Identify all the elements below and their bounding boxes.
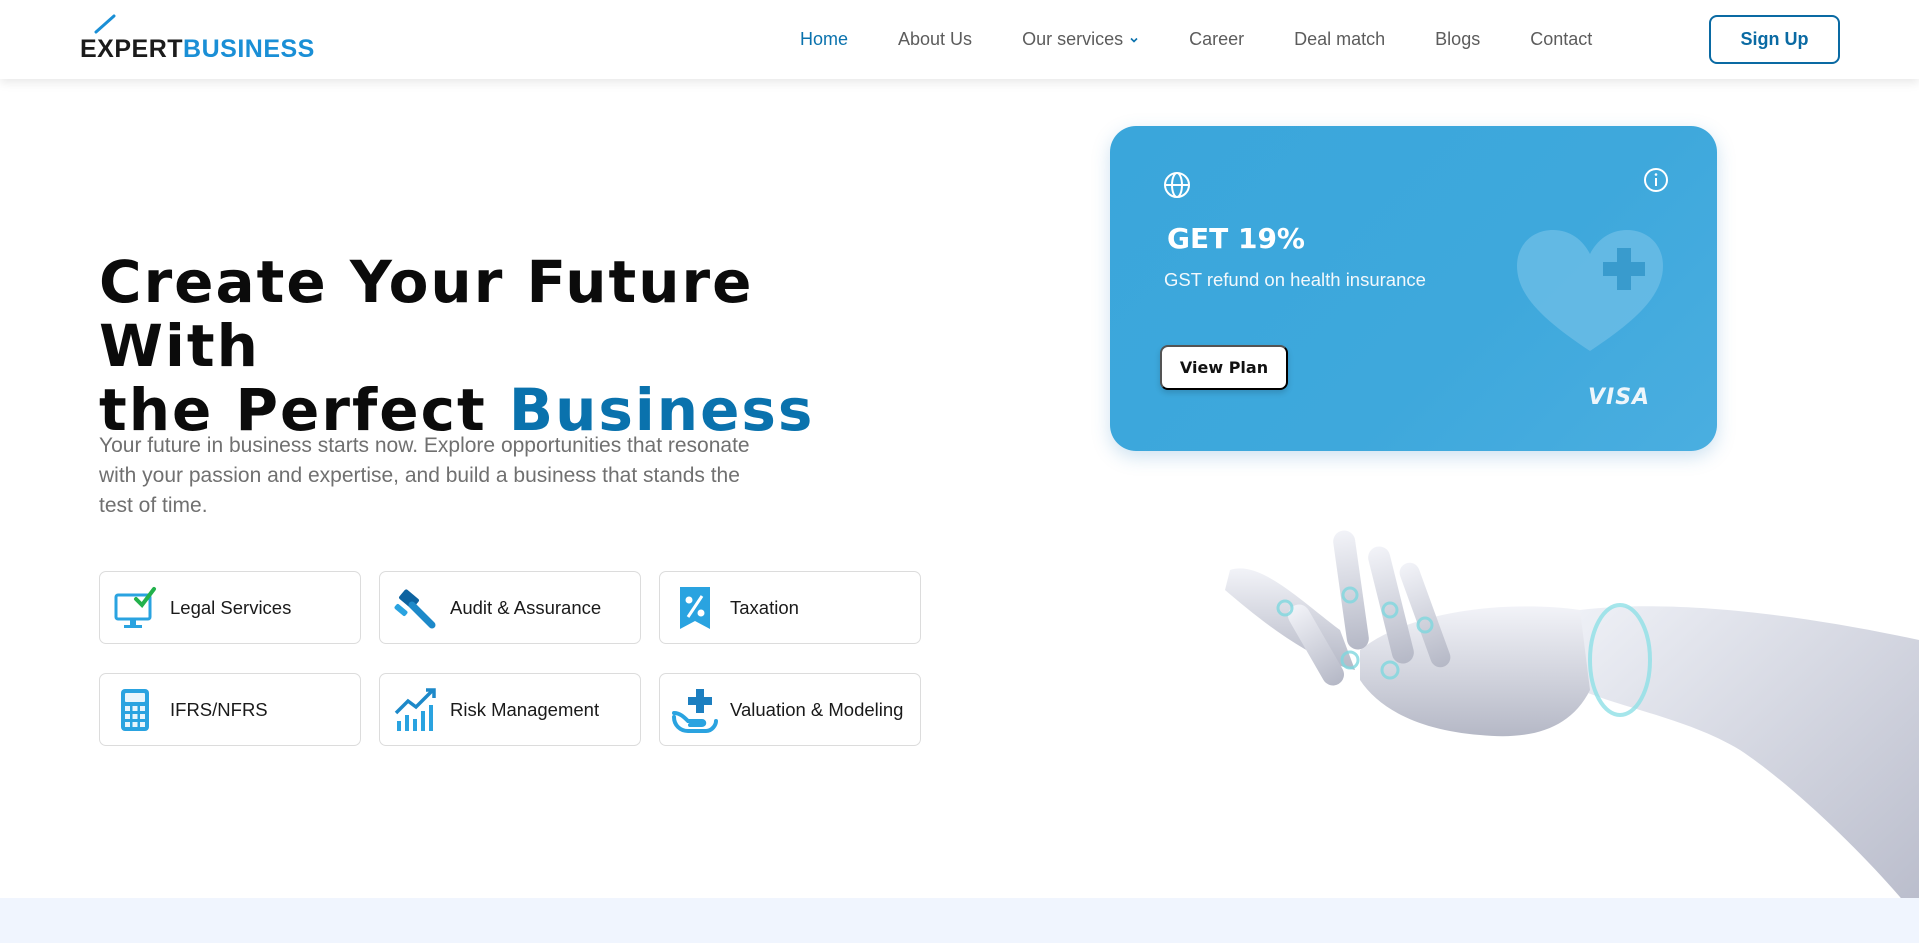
- robot-hand-image: [1225, 530, 1919, 920]
- gavel-icon: [394, 588, 436, 628]
- logo-business-text: BUSINESS: [183, 35, 315, 63]
- service-card-taxation[interactable]: Taxation: [659, 571, 921, 644]
- nav-item-blogs[interactable]: Blogs: [1435, 29, 1480, 50]
- promo-subtext: GST refund on health insurance: [1164, 269, 1426, 290]
- nav-item-home[interactable]: Home: [800, 29, 848, 50]
- brand-logo[interactable]: EXPERT BUSINESS: [80, 14, 315, 64]
- chevron-down-icon: [1130, 37, 1138, 43]
- percent-tag-icon: [680, 586, 710, 629]
- growth-chart-icon: [394, 687, 436, 731]
- sign-up-button[interactable]: Sign Up: [1709, 15, 1840, 64]
- nav-item-our-services[interactable]: Our services: [1022, 29, 1139, 50]
- service-card-risk-management[interactable]: Risk Management: [379, 673, 641, 746]
- nav-item-deal-match[interactable]: Deal match: [1294, 29, 1385, 50]
- medical-hand-icon: [672, 688, 718, 733]
- nav-item-about-us[interactable]: About Us: [898, 29, 972, 50]
- nav-item-contact[interactable]: Contact: [1530, 29, 1592, 50]
- hero-title-line1: Create Your Future With: [99, 248, 754, 380]
- logo-swoosh-icon: [94, 14, 116, 34]
- hero-title: Create Your Future With the Perfect Busi…: [99, 250, 919, 442]
- service-card-legal-services[interactable]: Legal Services: [99, 571, 361, 644]
- service-label: Taxation: [730, 597, 799, 618]
- nav-item-career[interactable]: Career: [1189, 29, 1244, 50]
- service-card-valuation-modeling[interactable]: Valuation & Modeling: [659, 673, 921, 746]
- service-label: Audit & Assurance: [450, 597, 602, 618]
- info-icon[interactable]: [1642, 166, 1670, 194]
- logo-expert-text: EXPERT: [80, 35, 184, 63]
- promo-headline: GET 19%: [1167, 222, 1305, 255]
- service-card-ifrs-nfrs[interactable]: IFRS/NFRS: [99, 673, 361, 746]
- next-section-band: [0, 898, 1919, 943]
- view-plan-button[interactable]: View Plan: [1160, 345, 1288, 390]
- heart-plus-icon: [1517, 230, 1663, 351]
- service-label: Valuation & Modeling: [730, 699, 904, 720]
- monitor-check-icon: [114, 586, 156, 628]
- globe-icon: [1164, 172, 1190, 198]
- visa-logo: VISA: [1588, 385, 1651, 410]
- service-card-audit-assurance[interactable]: Audit & Assurance: [379, 571, 641, 644]
- service-label: IFRS/NFRS: [170, 699, 268, 720]
- hero-description: Your future in business starts now. Expl…: [99, 434, 750, 517]
- nav-item-our-services-label: Our services: [1022, 29, 1124, 49]
- service-label: Legal Services: [170, 597, 292, 618]
- service-label: Risk Management: [450, 699, 600, 720]
- promo-card: GET 19% GST refund on health insurance V…: [1110, 126, 1717, 451]
- site-header: EXPERT BUSINESS Home About Us Our service…: [0, 0, 1919, 79]
- main-nav: Home About Us Our services Career Deal m…: [800, 0, 1642, 79]
- calculator-icon: [121, 688, 149, 731]
